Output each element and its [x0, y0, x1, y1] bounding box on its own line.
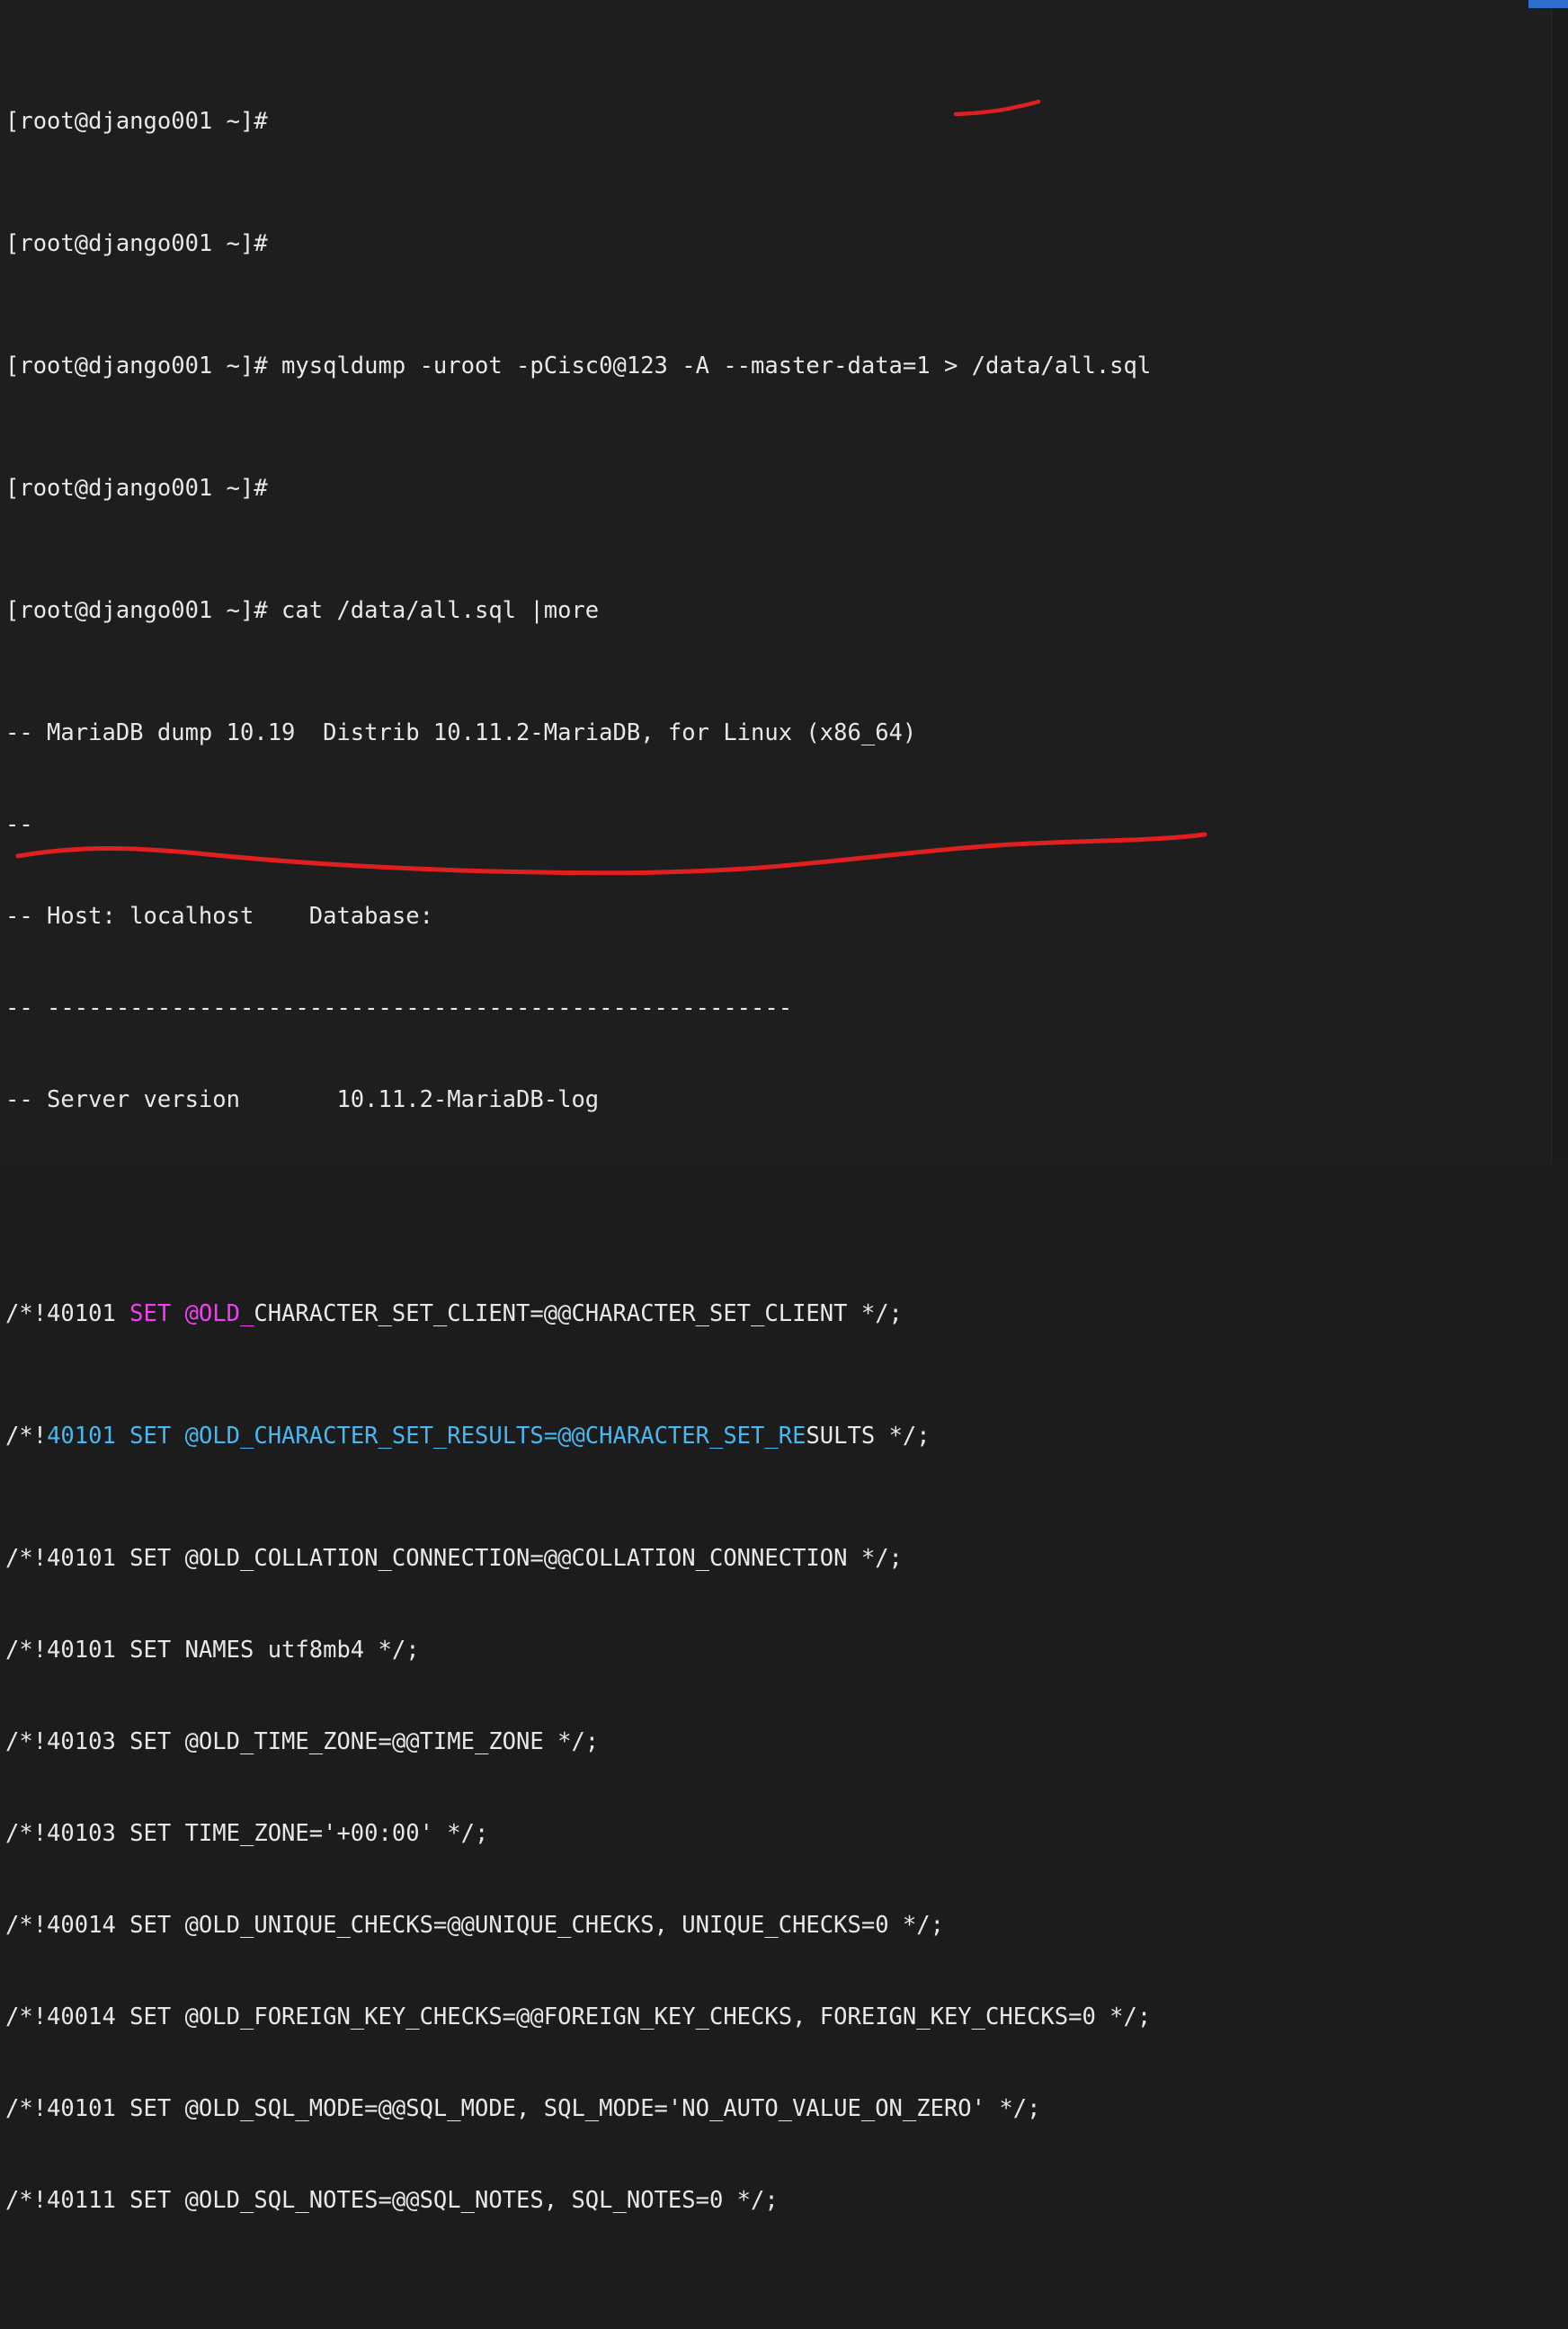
output-line-server-version: -- Server version 10.11.2-MariaDB-log — [5, 1084, 1543, 1115]
output-text: -- — [5, 811, 33, 838]
output-line-dump-header: -- MariaDB dump 10.19 Distrib 10.11.2-Ma… — [5, 718, 1543, 748]
sql-directive-prefix: /*!40101 — [5, 1300, 129, 1327]
output-line-set-names: /*!40101 SET NAMES utf8mb4 */; — [5, 1635, 1543, 1665]
output-line-set-collation-connection: /*!40101 SET @OLD_COLLATION_CONNECTION=@… — [5, 1543, 1543, 1574]
output-text: /*!40101 SET @OLD_SQL_MODE=@@SQL_MODE, S… — [5, 2095, 1040, 2122]
output-line-set-unique-checks: /*!40014 SET @OLD_UNIQUE_CHECKS=@@UNIQUE… — [5, 1910, 1543, 1941]
sql-highlight-cyan: 40101 SET @OLD_CHARACTER_SET_RESULTS=@@C… — [47, 1423, 806, 1450]
terminal-output-area[interactable]: [root@django001 ~]# [root@django001 ~]# … — [5, 14, 1543, 2329]
output-text: /*!40014 SET @OLD_UNIQUE_CHECKS=@@UNIQUE… — [5, 1912, 944, 1939]
command-text-cat: cat /data/all.sql |more — [281, 597, 599, 624]
terminal-window[interactable]: [root@django001 ~]# [root@django001 ~]# … — [0, 0, 1568, 1164]
output-line-set-old-time-zone: /*!40103 SET @OLD_TIME_ZONE=@@TIME_ZONE … — [5, 1727, 1543, 1757]
output-line-set-character-set-client: /*!40101 SET @OLD_CHARACTER_SET_CLIENT=@… — [5, 1298, 1543, 1329]
output-text: -- MariaDB dump 10.19 Distrib 10.11.2-Ma… — [5, 719, 916, 746]
output-line-set-foreign-key-checks: /*!40014 SET @OLD_FOREIGN_KEY_CHECKS=@@F… — [5, 2002, 1543, 2032]
sql-highlight-magenta: SET @OLD_ — [129, 1300, 254, 1327]
prompt-text: [root@django001 ~]# — [5, 352, 281, 379]
output-line-set-sql-notes: /*!40111 SET @OLD_SQL_NOTES=@@SQL_NOTES,… — [5, 2185, 1543, 2216]
output-text: /*!40111 SET @OLD_SQL_NOTES=@@SQL_NOTES,… — [5, 2187, 779, 2214]
output-text: -- -------------------------------------… — [5, 995, 792, 1022]
prompt-line: [root@django001 ~]# — [5, 106, 1543, 137]
output-text: /*!40101 SET @OLD_COLLATION_CONNECTION=@… — [5, 1545, 903, 1572]
output-line-blank — [5, 1176, 1543, 1207]
output-line-blank — [5, 2307, 1543, 2329]
prompt-line: [root@django001 ~]# — [5, 473, 1543, 504]
output-line-set-time-zone: /*!40103 SET TIME_ZONE='+00:00' */; — [5, 1818, 1543, 1849]
sql-directive-prefix: /*! — [5, 1423, 47, 1450]
output-line-set-sql-mode: /*!40101 SET @OLD_SQL_MODE=@@SQL_MODE, S… — [5, 2093, 1543, 2124]
command-text-mysqldump: mysqldump -uroot -pCisc0@123 -A --master… — [281, 352, 1151, 379]
output-text: -- Host: localhost Database: — [5, 903, 447, 930]
prompt-text: [root@django001 ~]# — [5, 230, 268, 257]
output-text: /*!40014 SET @OLD_FOREIGN_KEY_CHECKS=@@F… — [5, 2003, 1151, 2030]
sql-statement-rest: SULTS */; — [806, 1423, 930, 1450]
prompt-text: [root@django001 ~]# — [5, 597, 281, 624]
output-text: /*!40101 SET NAMES utf8mb4 */; — [5, 1637, 420, 1664]
command-line-mysqldump: [root@django001 ~]# mysqldump -uroot -pC… — [5, 351, 1543, 381]
output-text: /*!40103 SET TIME_ZONE='+00:00' */; — [5, 1820, 488, 1847]
output-line-comment: -- — [5, 809, 1543, 840]
output-line-host: -- Host: localhost Database: — [5, 901, 1543, 932]
output-line-set-character-set-results: /*!40101 SET @OLD_CHARACTER_SET_RESULTS=… — [5, 1421, 1543, 1451]
command-line-cat: [root@django001 ~]# cat /data/all.sql |m… — [5, 595, 1543, 626]
output-text: /*!40103 SET @OLD_TIME_ZONE=@@TIME_ZONE … — [5, 1728, 599, 1755]
terminal-right-gutter — [1551, 0, 1568, 1164]
prompt-text: [root@django001 ~]# — [5, 108, 268, 135]
output-line-separator: -- -------------------------------------… — [5, 993, 1543, 1023]
prompt-text: [root@django001 ~]# — [5, 475, 268, 502]
output-text: -- Server version 10.11.2-MariaDB-log — [5, 1086, 599, 1113]
prompt-line: [root@django001 ~]# — [5, 228, 1543, 259]
sql-statement-rest: CHARACTER_SET_CLIENT=@@CHARACTER_SET_CLI… — [254, 1300, 903, 1327]
window-tab-indicator — [1528, 0, 1568, 8]
